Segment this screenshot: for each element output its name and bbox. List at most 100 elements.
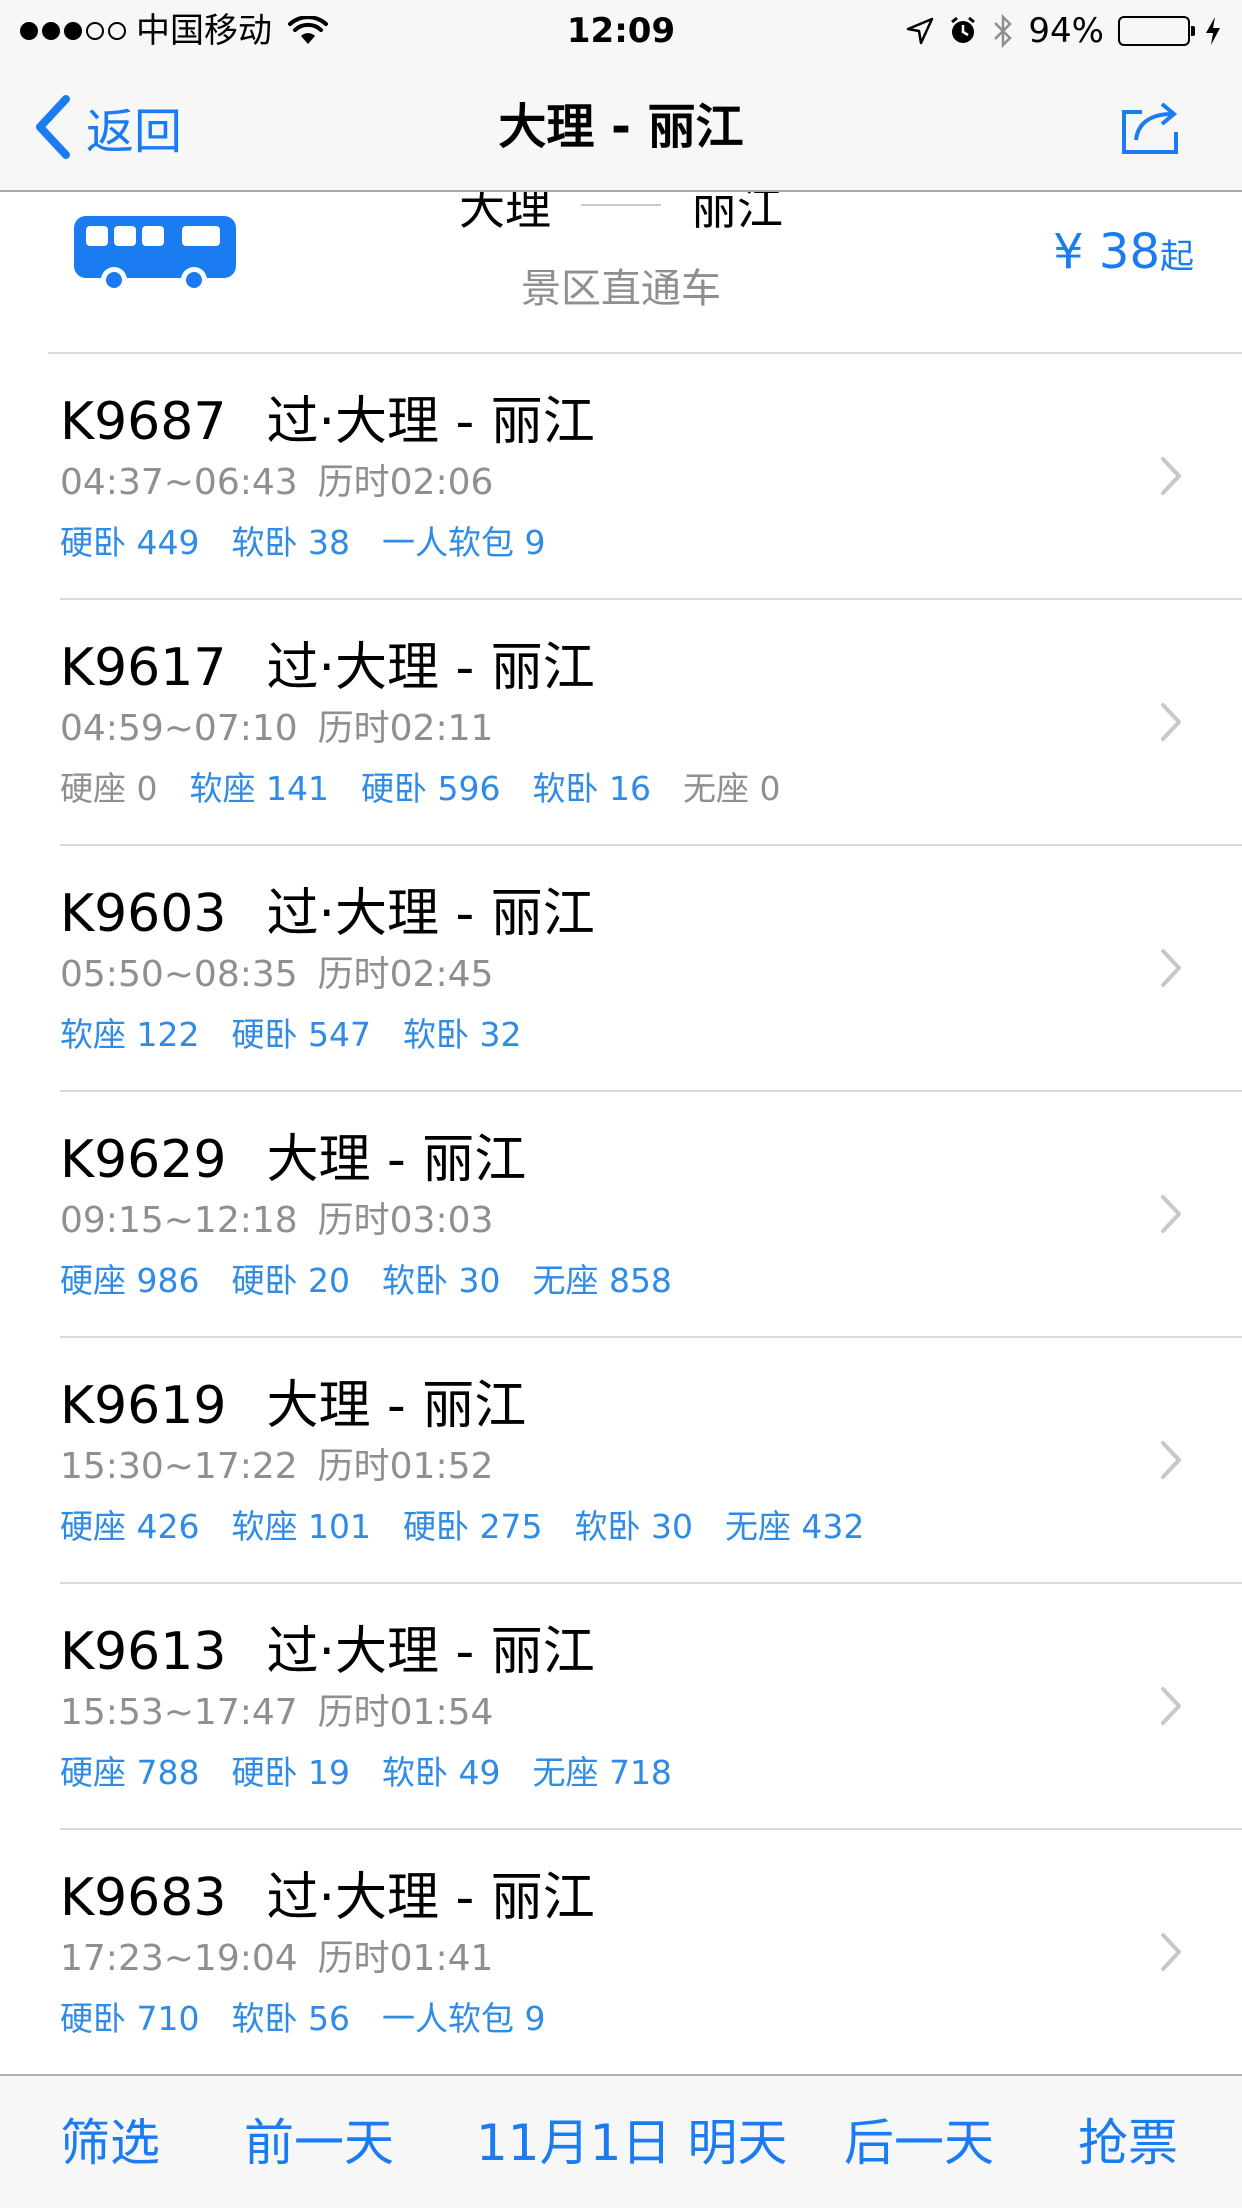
seat-class: 硬卧 275 <box>402 1507 543 1546</box>
train-title: K9687 过·大理 - 丽江 <box>60 390 595 454</box>
train-row[interactable]: K9687 过·大理 - 丽江 04:37~06:43 历时02:06 硬卧 4… <box>0 354 1242 600</box>
train-route: 过·大理 - 丽江 <box>266 392 595 452</box>
filter-button[interactable]: 筛选 <box>60 2076 160 2208</box>
seat-class: 软卧 38 <box>231 523 350 562</box>
seat-class: 软座 122 <box>60 1015 200 1054</box>
train-time-range: 04:37~06:43 <box>60 462 298 503</box>
seat-class: 硬卧 596 <box>360 769 501 808</box>
seat-availability: 硬卧 449 软卧 38 一人软包 9 <box>60 518 577 568</box>
chevron-right-icon <box>1161 457 1181 495</box>
seat-class: 软卧 16 <box>532 769 651 808</box>
seat-availability: 软座 122 硬卧 547 软卧 32 <box>60 1010 553 1060</box>
divider <box>48 352 1242 354</box>
seat-availability: 硬座 0 软座 141 硬卧 596 软卧 16 无座 0 <box>60 764 812 814</box>
bus-price-value: ¥ 38 <box>1053 224 1160 280</box>
page-title: 大理 - 丽江 <box>498 99 744 155</box>
seat-class: 软座 141 <box>189 769 329 808</box>
seat-class: 无座 432 <box>724 1507 865 1546</box>
train-duration: 历时01:52 <box>317 1446 494 1487</box>
train-row[interactable]: K9683 过·大理 - 丽江 17:23~19:04 历时01:41 硬卧 7… <box>0 1830 1242 2076</box>
train-code: K9617 <box>60 638 227 698</box>
app-screen: 中国移动 12:09 94% 返回 大理 - 丽江 大理 丽江 景区直通车 ¥ … <box>0 0 1242 2208</box>
alarm-clock-icon <box>948 16 978 46</box>
chevron-right-icon <box>1161 1687 1181 1725</box>
train-title: K9617 过·大理 - 丽江 <box>60 636 595 700</box>
seat-class: 软卧 56 <box>231 1999 350 2038</box>
seat-class: 硬座 426 <box>60 1507 200 1546</box>
seat-class: 软卧 32 <box>402 1015 522 1054</box>
seat-class: 硬座 986 <box>60 1261 200 1300</box>
chevron-right-icon <box>1161 1441 1181 1479</box>
share-button[interactable] <box>1118 98 1182 160</box>
seat-class: 一人软包 9 <box>381 1999 546 2038</box>
battery-icon <box>1118 16 1195 46</box>
train-route: 过·大理 - 丽江 <box>266 884 595 944</box>
train-duration: 历时02:45 <box>317 954 494 995</box>
train-time-range: 09:15~12:18 <box>60 1200 298 1241</box>
seat-class: 硬卧 710 <box>60 1999 200 2038</box>
seat-class: 硬卧 20 <box>231 1261 350 1300</box>
previous-day-button[interactable]: 前一天 <box>244 2076 394 2208</box>
train-times: 05:50~08:35 历时02:45 <box>60 950 493 1000</box>
status-right: 94% <box>906 0 1222 62</box>
train-duration: 历时01:41 <box>317 1938 494 1979</box>
train-time-range: 04:59~07:10 <box>60 708 298 749</box>
train-row[interactable]: K9629 大理 - 丽江 09:15~12:18 历时03:03 硬座 986… <box>0 1092 1242 1338</box>
train-duration: 历时01:54 <box>317 1692 494 1733</box>
train-route: 大理 - 丽江 <box>266 1376 527 1436</box>
seat-class: 硬卧 19 <box>231 1753 350 1792</box>
train-times: 09:15~12:18 历时03:03 <box>60 1196 493 1246</box>
bus-option-card[interactable]: 大理 丽江 景区直通车 ¥ 38起 <box>0 181 1242 354</box>
train-list: K9687 过·大理 - 丽江 04:37~06:43 历时02:06 硬卧 4… <box>0 354 1242 2076</box>
bus-price-suffix: 起 <box>1160 237 1194 277</box>
train-time-range: 05:50~08:35 <box>60 954 298 995</box>
train-time-range: 15:30~17:22 <box>60 1446 298 1487</box>
train-row[interactable]: K9603 过·大理 - 丽江 05:50~08:35 历时02:45 软座 1… <box>0 846 1242 1092</box>
seat-class: 软座 101 <box>231 1507 371 1546</box>
train-row[interactable]: K9619 大理 - 丽江 15:30~17:22 历时01:52 硬座 426… <box>0 1338 1242 1584</box>
grab-ticket-button[interactable]: 抢票 <box>1078 2076 1178 2208</box>
train-times: 15:53~17:47 历时01:54 <box>60 1688 493 1738</box>
train-code: K9687 <box>60 392 227 452</box>
train-duration: 历时02:11 <box>317 708 494 749</box>
train-title: K9619 大理 - 丽江 <box>60 1374 526 1438</box>
chevron-right-icon <box>1161 703 1181 741</box>
chevron-right-icon <box>1161 1933 1181 1971</box>
bus-price: ¥ 38起 <box>1053 224 1194 280</box>
seat-class: 软卧 30 <box>381 1261 501 1300</box>
train-row[interactable]: K9613 过·大理 - 丽江 15:53~17:47 历时01:54 硬座 7… <box>0 1584 1242 1830</box>
status-bar: 中国移动 12:09 94% <box>0 0 1242 62</box>
train-times: 15:30~17:22 历时01:52 <box>60 1442 493 1492</box>
train-times: 17:23~19:04 历时01:41 <box>60 1934 493 1984</box>
train-duration: 历时02:06 <box>317 462 494 503</box>
seat-availability: 硬座 426 软座 101 硬卧 275 软卧 30 无座 432 <box>60 1502 896 1552</box>
bottom-toolbar: 筛选 前一天 11月1日 明天 后一天 抢票 <box>0 2074 1242 2208</box>
train-route: 过·大理 - 丽江 <box>266 1868 595 1928</box>
train-time-range: 17:23~19:04 <box>60 1938 298 1979</box>
seat-class: 硬座 0 <box>60 769 158 808</box>
next-day-button[interactable]: 后一天 <box>844 2076 994 2208</box>
train-time-range: 15:53~17:47 <box>60 1692 298 1733</box>
train-code: K9603 <box>60 884 227 944</box>
train-code: K9613 <box>60 1622 227 1682</box>
train-title: K9603 过·大理 - 丽江 <box>60 882 595 946</box>
train-title: K9629 大理 - 丽江 <box>60 1128 526 1192</box>
train-times: 04:37~06:43 历时02:06 <box>60 458 493 508</box>
seat-class: 无座 0 <box>682 769 781 808</box>
seat-class: 软卧 49 <box>381 1753 501 1792</box>
seat-class: 无座 718 <box>532 1753 672 1792</box>
seat-class: 一人软包 9 <box>381 523 546 562</box>
bluetooth-icon <box>992 14 1014 48</box>
train-duration: 历时03:03 <box>317 1200 494 1241</box>
train-row[interactable]: K9617 过·大理 - 丽江 04:59~07:10 历时02:11 硬座 0… <box>0 600 1242 846</box>
seat-class: 软卧 30 <box>574 1507 693 1546</box>
train-code: K9629 <box>60 1130 227 1190</box>
train-code: K9619 <box>60 1376 227 1436</box>
seat-availability: 硬座 986 硬卧 20 软卧 30 无座 858 <box>60 1256 704 1306</box>
current-date-button[interactable]: 11月1日 明天 <box>476 2076 787 2208</box>
train-times: 04:59~07:10 历时02:11 <box>60 704 493 754</box>
battery-percent: 94% <box>1028 11 1104 51</box>
train-route: 过·大理 - 丽江 <box>266 1622 595 1682</box>
route-separator <box>581 204 661 206</box>
location-arrow-icon <box>906 17 934 45</box>
